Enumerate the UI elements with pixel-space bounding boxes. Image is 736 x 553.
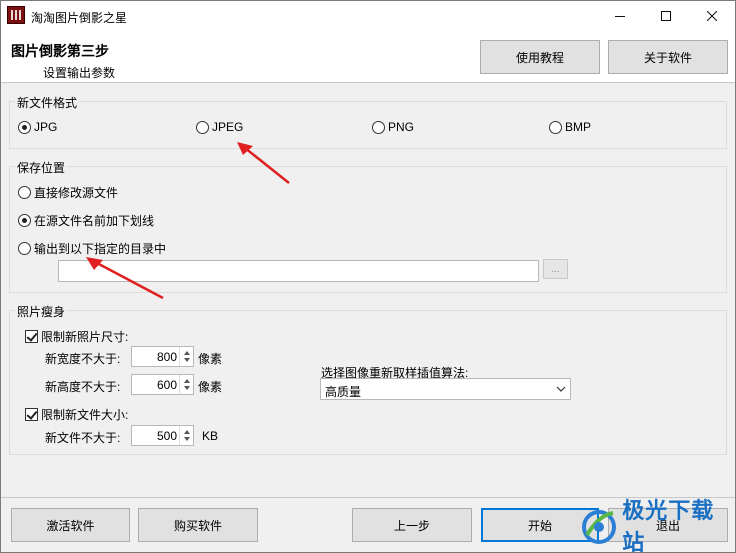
title-bar: 淘淘图片倒影之星 xyxy=(1,1,735,31)
max-height-label: 新高度不大于: xyxy=(45,380,121,394)
format-bmp-radio[interactable]: BMP xyxy=(549,120,591,134)
limit-file-checkbox[interactable]: 限制新文件大小: xyxy=(25,406,128,423)
max-height-value: 600 xyxy=(156,378,177,392)
main-window: 淘淘图片倒影之星 图片倒影第三步 设置输出参数 使用教程 关于软件 新文件格式 … xyxy=(0,0,736,553)
format-group xyxy=(9,101,727,149)
spin-arrows-icon[interactable] xyxy=(179,347,193,366)
location-prefix-radio[interactable]: 在源文件名前加下划线 xyxy=(18,212,154,229)
format-group-label: 新文件格式 xyxy=(15,94,80,111)
activate-button[interactable]: 激活软件 xyxy=(11,508,130,542)
max-file-stepper[interactable]: 500 xyxy=(131,425,194,446)
watermark-text: 极光下载站 xyxy=(622,499,715,553)
max-width-label: 新宽度不大于: xyxy=(45,352,121,366)
format-png-radio[interactable]: PNG xyxy=(372,120,414,134)
tutorial-button[interactable]: 使用教程 xyxy=(480,40,600,74)
location-prefix-label: 在源文件名前加下划线 xyxy=(34,214,155,228)
max-height-stepper[interactable]: 600 xyxy=(131,374,194,395)
maximize-icon[interactable] xyxy=(643,1,689,31)
slim-group-label: 照片瘦身 xyxy=(15,303,68,320)
format-jpeg-radio[interactable]: JPEG xyxy=(196,120,243,134)
location-directory-label: 输出到以下指定的目录中 xyxy=(34,242,167,256)
max-width-stepper[interactable]: 800 xyxy=(131,346,194,367)
step-subtitle: 设置输出参数 xyxy=(43,66,116,80)
location-modify-radio[interactable]: 直接修改源文件 xyxy=(18,184,118,201)
watermark: 极光下载站 xyxy=(579,499,735,553)
format-jpeg-label: JPEG xyxy=(212,120,244,134)
radio-unselected-icon xyxy=(18,186,31,199)
app-icon xyxy=(7,6,25,24)
step-title: 图片倒影第三步 xyxy=(11,43,109,59)
checkbox-checked-icon xyxy=(25,330,38,343)
limit-size-checkbox[interactable]: 限制新照片尺寸: xyxy=(25,328,128,345)
format-png-label: PNG xyxy=(388,120,415,134)
max-width-value: 800 xyxy=(156,350,177,364)
format-bmp-label: BMP xyxy=(565,120,592,134)
spin-arrows-icon[interactable] xyxy=(179,375,193,394)
radio-unselected-icon xyxy=(18,242,31,255)
checkbox-checked-icon xyxy=(25,408,38,421)
radio-unselected-icon xyxy=(549,120,562,134)
limit-file-label: 限制新文件大小: xyxy=(41,408,129,422)
watermark-logo-icon xyxy=(582,510,616,544)
radio-unselected-icon xyxy=(372,120,385,134)
window-title: 淘淘图片倒影之星 xyxy=(31,11,128,25)
browse-button[interactable]: ... xyxy=(543,259,568,279)
max-height-unit: 像素 xyxy=(198,380,223,394)
resample-select[interactable]: 高质量 xyxy=(320,378,571,400)
location-directory-radio[interactable]: 输出到以下指定的目录中 xyxy=(18,240,166,257)
buy-button[interactable]: 购买软件 xyxy=(138,508,258,542)
location-modify-label: 直接修改源文件 xyxy=(34,186,119,200)
radio-selected-icon xyxy=(18,214,31,227)
chevron-down-icon[interactable] xyxy=(552,379,570,399)
location-group-label: 保存位置 xyxy=(15,159,68,176)
max-file-value: 500 xyxy=(156,429,177,443)
format-jpg-radio[interactable]: JPG xyxy=(18,120,57,134)
minimize-icon[interactable] xyxy=(597,1,643,31)
max-file-label: 新文件不大于: xyxy=(45,431,121,445)
spin-arrows-icon[interactable] xyxy=(179,426,193,445)
limit-size-label: 限制新照片尺寸: xyxy=(41,330,129,344)
about-button[interactable]: 关于软件 xyxy=(608,40,728,74)
max-file-unit: KB xyxy=(202,429,219,443)
directory-input[interactable] xyxy=(58,260,539,282)
resample-value: 高质量 xyxy=(325,385,362,399)
max-width-unit: 像素 xyxy=(198,352,223,366)
prev-button[interactable]: 上一步 xyxy=(352,508,472,542)
radio-unselected-icon xyxy=(196,120,209,134)
format-jpg-label: JPG xyxy=(34,120,58,134)
radio-selected-icon xyxy=(18,120,31,134)
close-icon[interactable] xyxy=(689,1,735,31)
